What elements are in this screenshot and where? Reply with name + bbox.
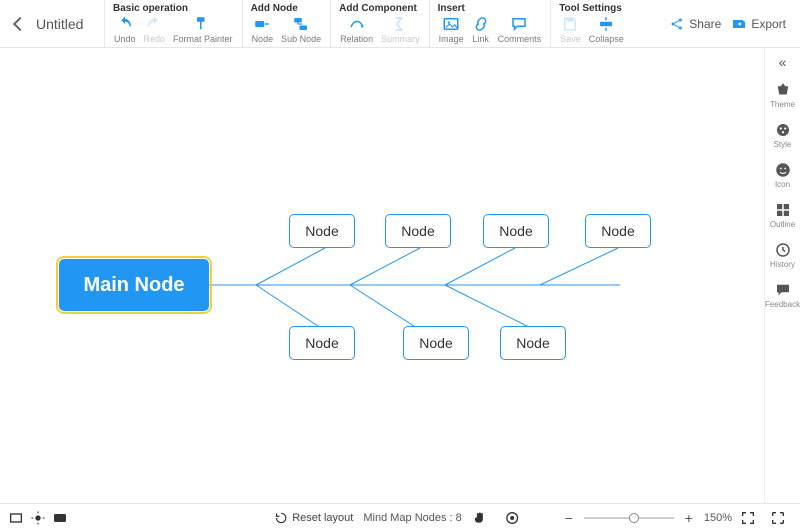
export-icon — [731, 16, 747, 32]
view-mode-3-icon[interactable] — [52, 510, 68, 526]
undo-button[interactable]: Undo — [111, 15, 139, 44]
zoom-level: 150% — [704, 512, 732, 524]
link-icon — [472, 15, 490, 33]
collapse-sidebar-button[interactable]: « — [779, 54, 787, 72]
group-tool-settings: Tool Settings Save Collapse — [550, 0, 633, 47]
feedback-button[interactable]: Feedback — [765, 278, 800, 312]
feedback-icon — [774, 281, 792, 299]
theme-icon — [774, 81, 792, 99]
group-add-node: Add Node Node Sub Node — [242, 0, 331, 47]
child-node[interactable]: Node — [500, 326, 566, 360]
summary-icon — [391, 15, 409, 33]
share-icon — [669, 16, 685, 32]
share-button[interactable]: Share — [669, 16, 721, 32]
group-title: Tool Settings — [557, 2, 627, 15]
group-title: Add Component — [337, 2, 423, 15]
redo-button[interactable]: Redo — [141, 15, 169, 44]
summary-button[interactable]: Summary — [378, 15, 423, 44]
view-mode-2-icon[interactable] — [30, 510, 46, 526]
icon-button[interactable]: Icon — [765, 158, 800, 192]
document-title[interactable]: Untitled — [34, 0, 104, 47]
redo-icon — [145, 15, 163, 33]
undo-icon — [116, 15, 134, 33]
save-icon — [561, 15, 579, 33]
history-icon — [774, 241, 792, 259]
add-subnode-button[interactable]: Sub Node — [278, 15, 324, 44]
format-painter-icon — [194, 15, 212, 33]
child-node[interactable]: Node — [403, 326, 469, 360]
group-title: Basic operation — [111, 2, 236, 15]
group-add-component: Add Component Relation Summary — [330, 0, 429, 47]
group-title: Insert — [436, 2, 545, 15]
insert-link-button[interactable]: Link — [469, 15, 493, 44]
toolbar: Untitled Basic operation Undo Redo Forma… — [0, 0, 800, 48]
view-mode-1-icon[interactable] — [8, 510, 24, 526]
style-button[interactable]: Style — [765, 118, 800, 152]
subnode-icon — [292, 15, 310, 33]
back-button[interactable] — [6, 0, 34, 47]
child-node[interactable]: Node — [483, 214, 549, 248]
zoom-handle[interactable] — [629, 513, 639, 523]
child-node[interactable]: Node — [585, 214, 651, 248]
center-tool-button[interactable] — [504, 510, 520, 526]
history-button[interactable]: History — [765, 238, 800, 272]
collapse-button[interactable]: Collapse — [586, 15, 627, 44]
relation-button[interactable]: Relation — [337, 15, 376, 44]
outline-button[interactable]: Outline — [765, 198, 800, 232]
zoom-slider[interactable] — [584, 517, 674, 519]
insert-comments-button[interactable]: Comments — [495, 15, 545, 44]
main-node[interactable]: Main Node — [59, 259, 209, 311]
style-icon — [774, 121, 792, 139]
outline-icon — [774, 201, 792, 219]
collapse-icon — [597, 15, 615, 33]
add-node-button[interactable]: Node — [249, 15, 277, 44]
canvas[interactable]: Main Node Node Node Node Node Node Node … — [0, 48, 764, 503]
group-title: Add Node — [249, 2, 325, 15]
zoom-in-button[interactable]: + — [682, 510, 696, 526]
child-node[interactable]: Node — [385, 214, 451, 248]
relation-icon — [348, 15, 366, 33]
hand-tool-button[interactable] — [472, 510, 488, 526]
save-button[interactable]: Save — [557, 15, 584, 44]
child-node[interactable]: Node — [289, 326, 355, 360]
group-basic-operation: Basic operation Undo Redo Format Painter — [104, 0, 242, 47]
icon-icon — [774, 161, 792, 179]
comments-icon — [510, 15, 528, 33]
group-insert: Insert Image Link Comments — [429, 0, 551, 47]
child-node[interactable]: Node — [289, 214, 355, 248]
node-icon — [253, 15, 271, 33]
image-icon — [442, 15, 460, 33]
node-count: Mind Map Nodes : 8 — [363, 512, 461, 524]
zoom-out-button[interactable]: − — [562, 510, 576, 526]
top-actions: Share Export — [669, 0, 794, 47]
status-bar: Reset layout Mind Map Nodes : 8 − + 150% — [0, 503, 800, 531]
fit-screen-button[interactable] — [740, 510, 756, 526]
insert-image-button[interactable]: Image — [436, 15, 467, 44]
reset-layout-button[interactable]: Reset layout — [274, 510, 353, 526]
theme-button[interactable]: Theme — [765, 78, 800, 112]
export-button[interactable]: Export — [731, 16, 786, 32]
fullscreen-button[interactable] — [770, 510, 786, 526]
right-sidebar: « Theme Style Icon Outline History Feedb… — [764, 48, 800, 503]
format-painter-button[interactable]: Format Painter — [170, 15, 236, 44]
